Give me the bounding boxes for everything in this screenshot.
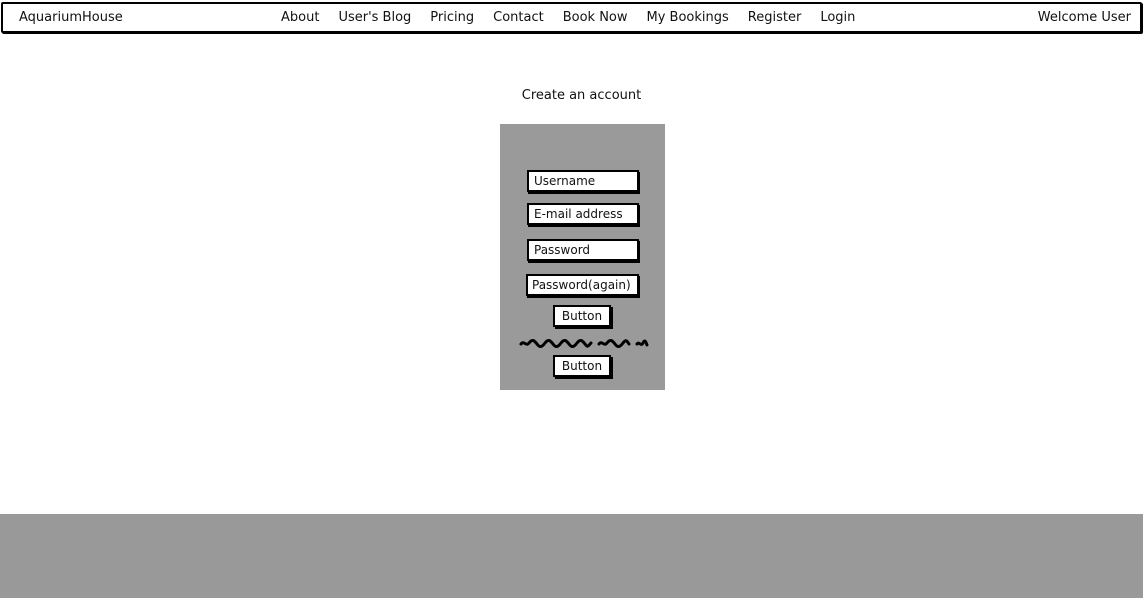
- create-account-title: Create an account: [521, 88, 642, 103]
- nav-link-pricing[interactable]: Pricing: [430, 10, 474, 25]
- nav-link-register[interactable]: Register: [748, 10, 802, 25]
- submit-button[interactable]: Button: [553, 305, 611, 327]
- username-field[interactable]: [527, 170, 639, 192]
- page: AquariumHouse About User's Blog Pricing …: [0, 0, 1143, 598]
- nav-link-book-now[interactable]: Book Now: [563, 10, 628, 25]
- nav-link-login[interactable]: Login: [820, 10, 855, 25]
- nav-links: About User's Blog Pricing Contact Book N…: [281, 10, 874, 25]
- email-field[interactable]: [527, 203, 639, 225]
- register-form-panel: Button Button: [500, 124, 665, 390]
- footer: [0, 514, 1143, 598]
- top-navbar: AquariumHouse About User's Blog Pricing …: [1, 2, 1142, 33]
- scribbled-text-placeholder: [519, 339, 649, 348]
- nav-link-contact[interactable]: Contact: [493, 10, 544, 25]
- welcome-user-text: Welcome User: [1037, 10, 1131, 25]
- nav-link-about[interactable]: About: [281, 10, 319, 25]
- nav-link-users-blog[interactable]: User's Blog: [338, 10, 411, 25]
- secondary-button[interactable]: Button: [553, 355, 611, 377]
- password-again-field[interactable]: [526, 274, 639, 296]
- password-field[interactable]: [527, 239, 639, 261]
- brand-logo[interactable]: AquariumHouse: [19, 10, 123, 25]
- nav-link-my-bookings[interactable]: My Bookings: [647, 10, 729, 25]
